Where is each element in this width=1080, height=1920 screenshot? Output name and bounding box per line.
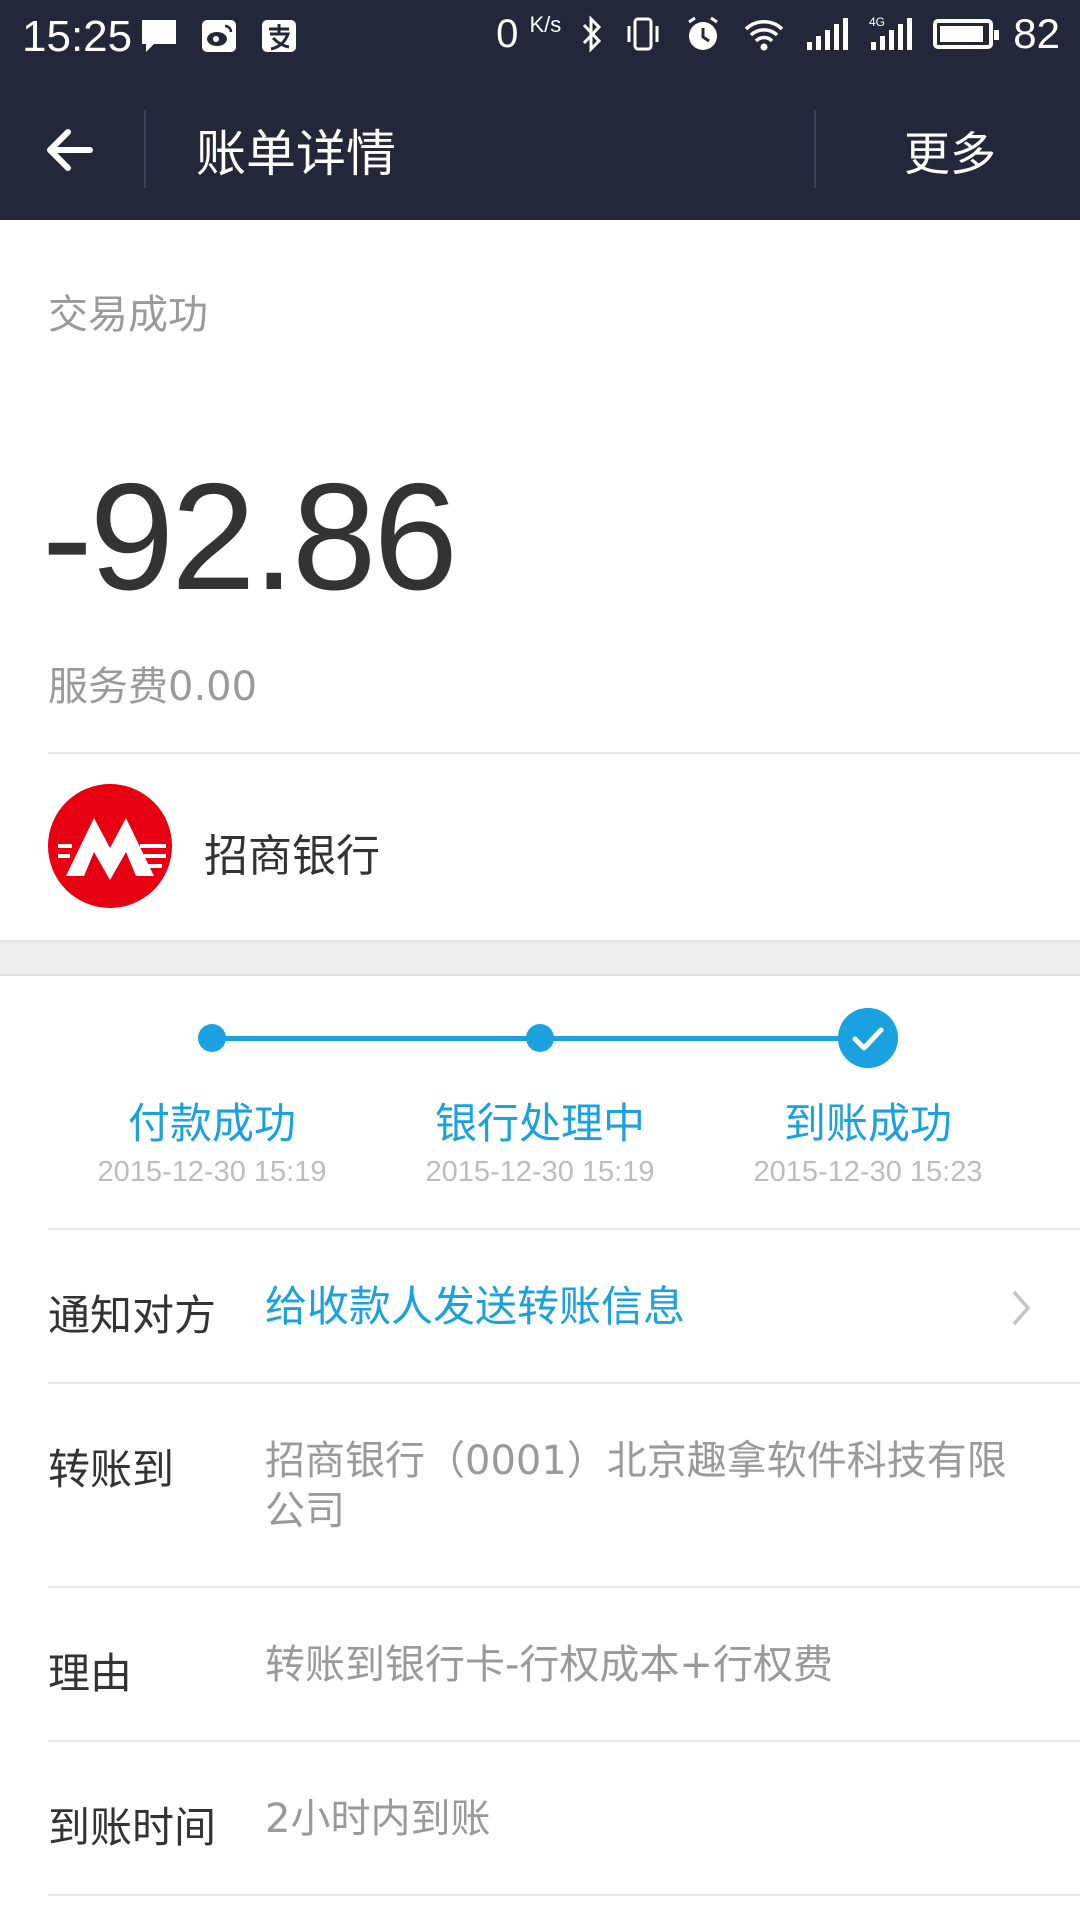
transfer-to-value: 招商银行（0001）北京趣拿软件科技有限公司 [265, 1438, 1007, 1534]
nav-bar: 账单详情 更多 [0, 78, 1080, 220]
check-icon [838, 1008, 898, 1068]
step-time: 2015-12-30 15:23 [753, 1156, 983, 1188]
more-button[interactable]: 更多 [904, 118, 996, 184]
step-label: 到账成功 [783, 1099, 952, 1148]
step-time: 2015-12-30 15:19 [97, 1156, 327, 1188]
vibrate-icon [627, 17, 659, 51]
signal-4g-icon: 4G [869, 15, 913, 50]
progress-dot [526, 1024, 554, 1052]
arrival-time-label: 到账时间 [48, 1803, 217, 1852]
nav-divider [144, 110, 146, 188]
bank-name: 招商银行 [204, 831, 380, 882]
battery-level: 82 [1013, 10, 1060, 57]
bank-row: 招商银行 [0, 754, 1080, 938]
wifi-icon [745, 20, 784, 51]
reason-value: 转账到银行卡-行权成本+行权费 [265, 1642, 833, 1688]
transfer-to-label: 转账到 [48, 1445, 175, 1494]
arrival-time-value: 2小时内到账 [265, 1796, 491, 1842]
step-label: 付款成功 [127, 1099, 296, 1148]
reason-label: 理由 [48, 1649, 133, 1698]
weibo-icon [202, 20, 236, 52]
cmb-logo-icon [48, 784, 172, 908]
status-bar: 15:25 0 K/s 4G 82 [0, 0, 1080, 78]
back-arrow-icon[interactable] [40, 118, 104, 182]
status-right: 0 K/s 4G 82 [496, 10, 1060, 58]
divider [48, 1586, 1080, 1588]
divider [48, 1382, 1080, 1384]
notify-link[interactable]: 给收款人发送转账信息 [265, 1282, 1035, 1332]
status-time: 15:25 [22, 12, 133, 61]
progress-tracker: 付款成功 银行处理中 到账成功 2015-12-30 15:19 2015-12… [0, 990, 1080, 1230]
step-label: 银行处理中 [434, 1099, 645, 1148]
chevron-right-icon[interactable] [1006, 1286, 1036, 1330]
transaction-status: 交易成功 [48, 292, 208, 338]
divider [48, 1228, 1080, 1230]
notify-label: 通知对方 [48, 1291, 217, 1340]
alarm-icon [688, 16, 719, 50]
alipay-icon [262, 20, 296, 52]
divider [48, 1740, 1080, 1742]
svg-text:4G: 4G [869, 15, 885, 29]
net-speed: 0 K/s [496, 11, 562, 56]
nav-divider [814, 110, 816, 188]
progress-dot [198, 1024, 226, 1052]
service-fee: 服务费0.00 [48, 664, 258, 710]
step-time: 2015-12-30 15:19 [425, 1156, 655, 1188]
divider [48, 1894, 1080, 1896]
bluetooth-icon [583, 15, 602, 53]
amount: -92.86 [42, 452, 458, 622]
notification-icons [140, 18, 298, 54]
section-gap [0, 940, 1080, 976]
page-title: 账单详情 [196, 125, 396, 183]
message-icon [142, 20, 176, 52]
battery-icon [933, 19, 1000, 49]
signal-icon [807, 18, 849, 50]
